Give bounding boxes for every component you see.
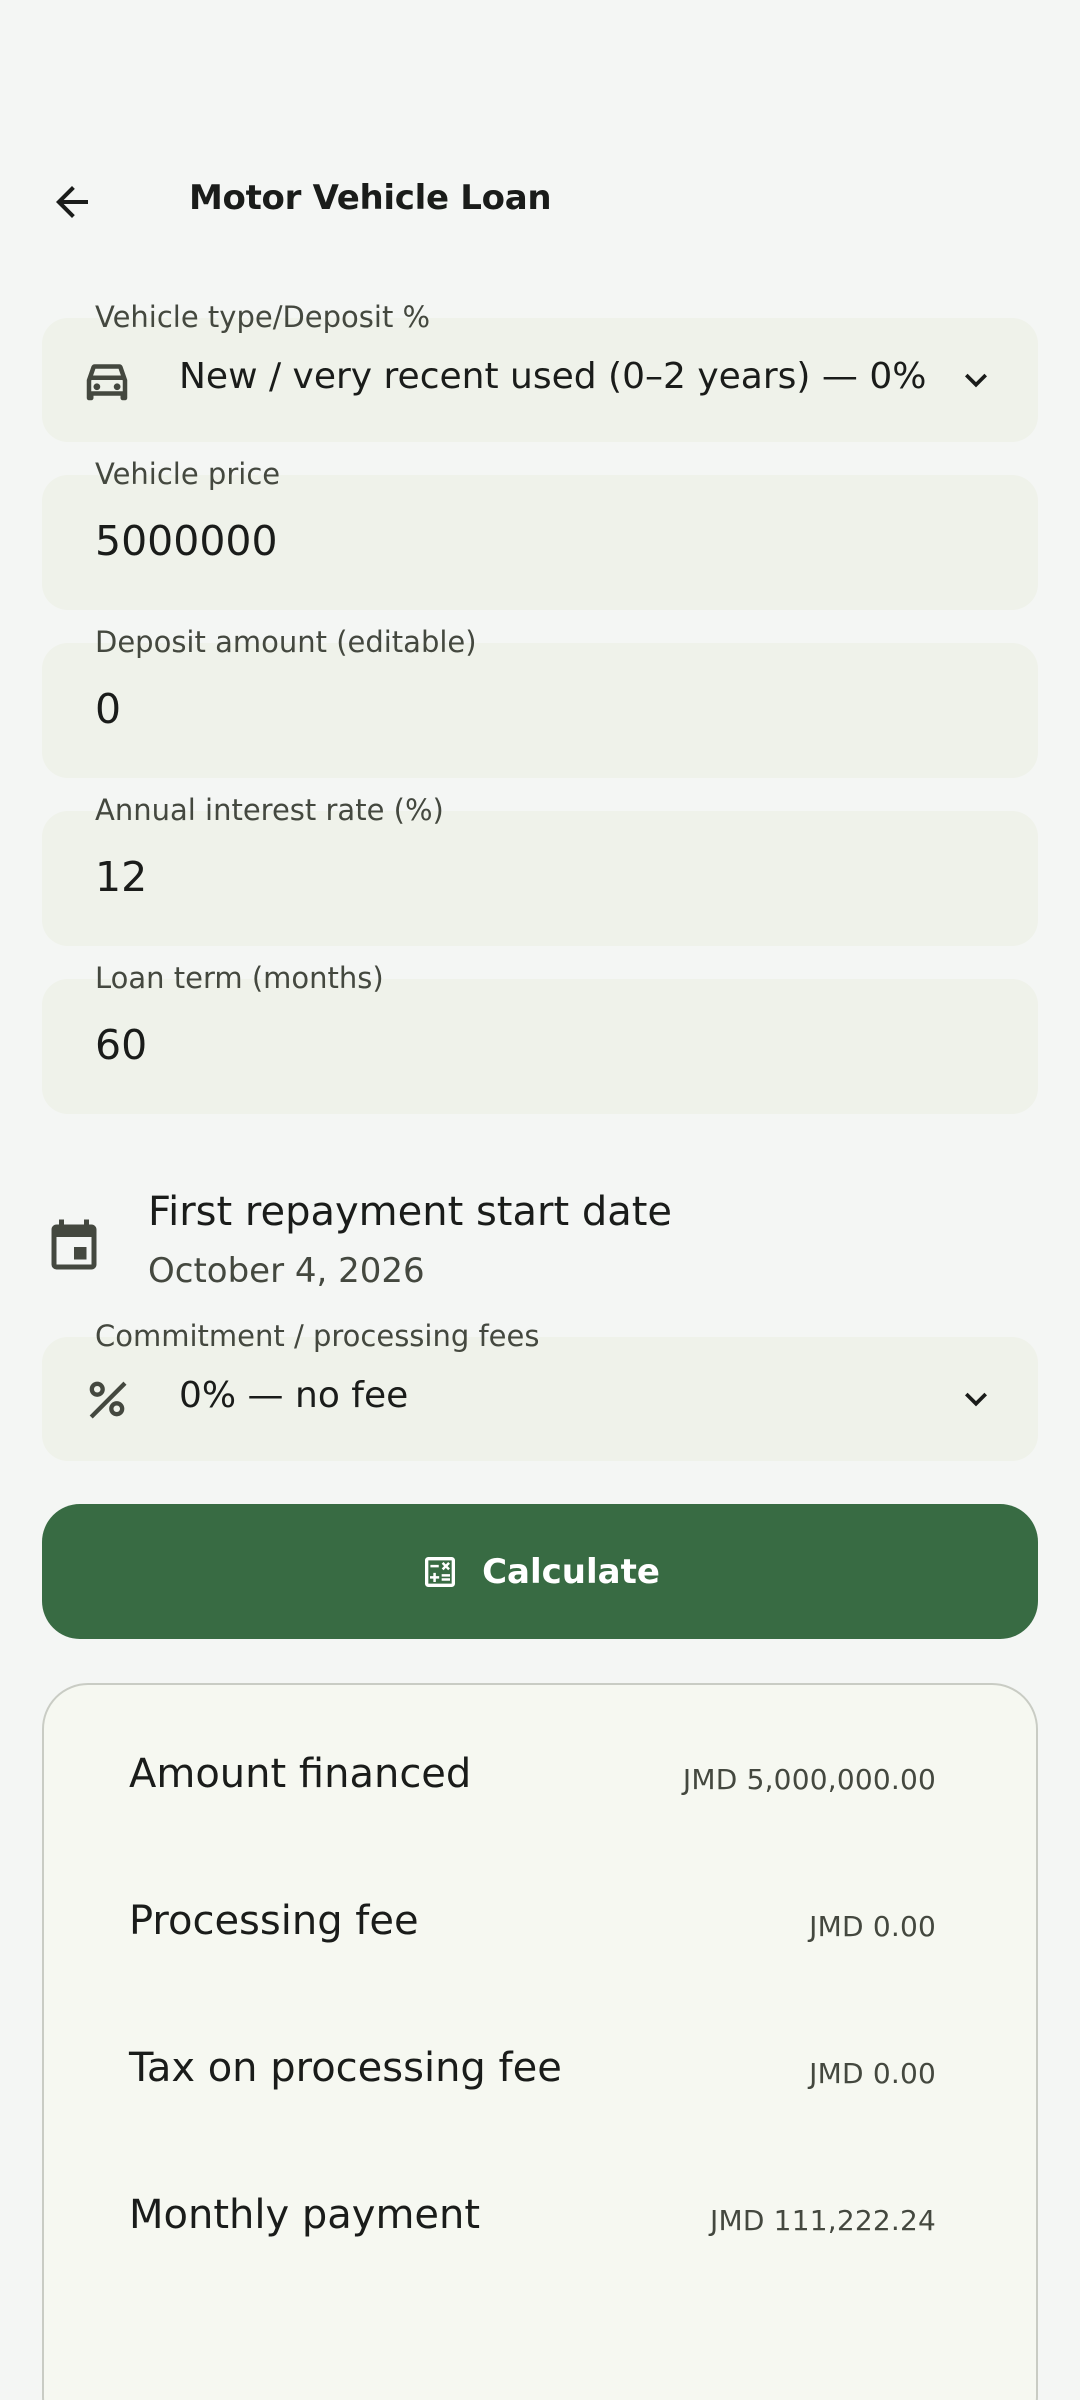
vehicle-price-value: 5000000 xyxy=(95,517,278,565)
result-value: JMD 111,222.24 xyxy=(710,2204,936,2237)
arrow-left-icon xyxy=(56,186,88,218)
chevron-down-icon xyxy=(954,358,998,402)
chevron-down-icon xyxy=(954,1377,998,1421)
start-date-value: October 4, 2026 xyxy=(148,1251,425,1291)
result-row-processing-fee: Processing fee JMD 0.00 xyxy=(44,1882,1036,1972)
result-label: Monthly payment xyxy=(129,2192,481,2238)
interest-rate-value: 12 xyxy=(95,853,148,901)
result-label: Tax on processing fee xyxy=(129,2045,562,2091)
result-value: JMD 5,000,000.00 xyxy=(682,1763,936,1796)
vehicle-type-label: Vehicle type/Deposit % xyxy=(95,300,431,334)
calculate-label: Calculate xyxy=(482,1551,660,1592)
calculate-button[interactable]: Calculate xyxy=(42,1504,1038,1639)
interest-rate-field[interactable]: 12 xyxy=(42,811,1038,946)
start-date-picker[interactable]: First repayment start date October 4, 20… xyxy=(42,1175,1038,1305)
deposit-amount-field[interactable]: 0 xyxy=(42,643,1038,778)
top-app-bar: Motor Vehicle Loan xyxy=(0,150,1080,254)
result-label: Amount financed xyxy=(129,1751,472,1797)
results-card: Amount financed JMD 5,000,000.00 Process… xyxy=(42,1683,1038,2400)
percent-icon xyxy=(77,1369,137,1429)
back-button[interactable] xyxy=(42,172,102,232)
result-value: JMD 0.00 xyxy=(809,1910,936,1943)
start-date-title: First repayment start date xyxy=(148,1189,673,1235)
deposit-amount-value: 0 xyxy=(95,685,122,733)
vehicle-price-field[interactable]: 5000000 xyxy=(42,475,1038,610)
result-row-monthly-payment: Monthly payment JMD 111,222.24 xyxy=(44,2176,1036,2266)
result-value: JMD 0.00 xyxy=(809,2057,936,2090)
calculator-icon xyxy=(425,1556,456,1587)
processing-fees-value: 0% — no fee xyxy=(179,1375,409,1416)
result-row-tax-on-fee: Tax on processing fee JMD 0.00 xyxy=(44,2029,1036,2119)
loan-term-field[interactable]: 60 xyxy=(42,979,1038,1114)
result-label: Processing fee xyxy=(129,1898,419,1944)
loan-term-label: Loan term (months) xyxy=(95,961,384,995)
processing-fees-dropdown[interactable]: 0% — no fee xyxy=(42,1337,1038,1461)
vehicle-type-value: New / very recent used (0–2 years) — 0% xyxy=(179,356,927,397)
deposit-amount-label: Deposit amount (editable) xyxy=(95,625,477,659)
vehicle-price-label: Vehicle price xyxy=(95,457,281,491)
vehicle-type-dropdown[interactable]: New / very recent used (0–2 years) — 0% xyxy=(42,318,1038,442)
calendar-icon xyxy=(42,1215,106,1279)
result-row-amount-financed: Amount financed JMD 5,000,000.00 xyxy=(44,1735,1036,1825)
processing-fees-label: Commitment / processing fees xyxy=(95,1319,540,1353)
interest-rate-label: Annual interest rate (%) xyxy=(95,793,444,827)
loan-term-value: 60 xyxy=(95,1021,148,1069)
car-icon xyxy=(77,350,137,410)
page-title: Motor Vehicle Loan xyxy=(189,178,552,218)
